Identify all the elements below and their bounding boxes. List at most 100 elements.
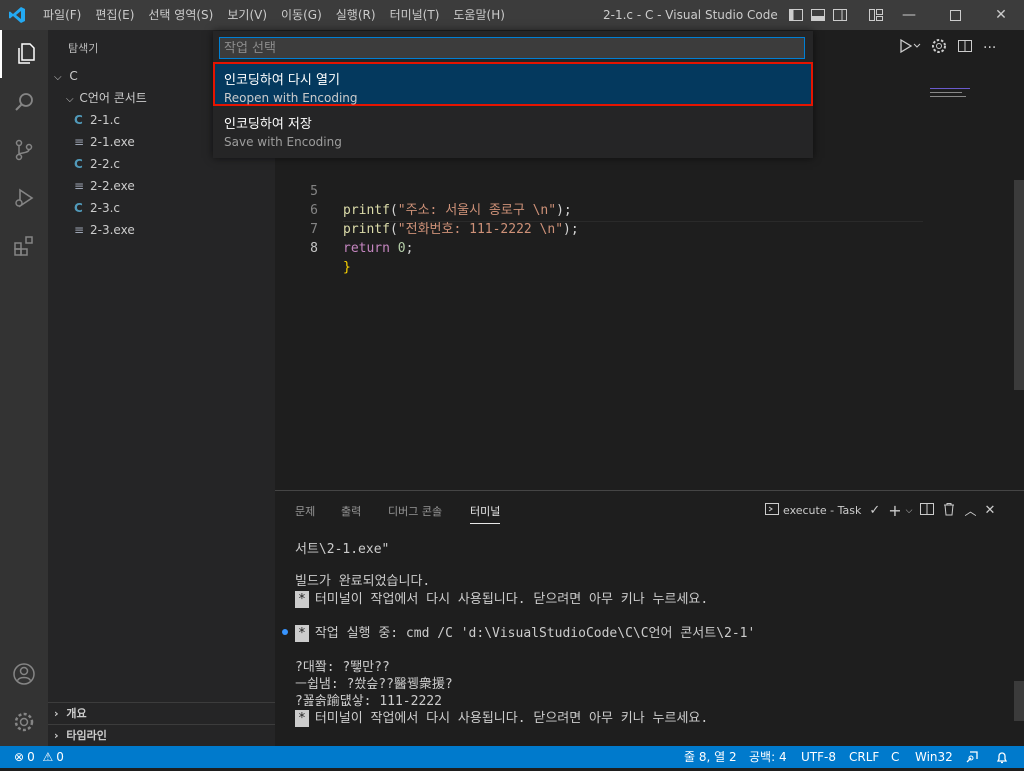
warning-count: 0 (56, 750, 64, 764)
code-token: ( (389, 222, 398, 237)
close-panel-icon[interactable]: ✕ (984, 503, 995, 518)
file-item[interactable]: C 2-3.c (48, 197, 275, 219)
split-editor-icon[interactable] (957, 38, 973, 58)
code-token: ); (563, 222, 579, 237)
run-code-icon[interactable] (899, 38, 921, 58)
command-decoration-icon[interactable] (282, 629, 288, 635)
encoding[interactable]: UTF-8 (801, 746, 836, 768)
sidebar-title: 탐색기 (68, 42, 99, 55)
search-icon[interactable] (0, 78, 48, 126)
file-item[interactable]: ≡ 2-2.exe (48, 175, 275, 197)
gear-icon[interactable] (931, 38, 947, 58)
menu-terminal[interactable]: 터미널(T) (383, 0, 447, 30)
run-debug-icon[interactable] (0, 174, 48, 222)
code-line: 5 printf("주소: 서울시 종로구 \n"); (275, 163, 572, 218)
editor-scrollbar[interactable] (1014, 180, 1024, 390)
error-count: 0 (27, 750, 35, 764)
code-token: ); (556, 203, 572, 218)
outline-label: 개요 (66, 707, 87, 720)
code-token: ( (389, 203, 398, 218)
file-label: 2-3.c (90, 201, 121, 215)
vscode-logo-icon (0, 0, 34, 30)
terminal-task-selector[interactable]: execute - Task (783, 504, 861, 517)
quick-pick-input[interactable] (219, 37, 805, 59)
tab-terminal[interactable]: 터미널 (470, 503, 501, 524)
chevron-right-icon: › (54, 707, 59, 720)
chevron-down-icon: ⌵ (54, 72, 62, 83)
terminal-line: * 터미널이 작업에서 다시 사용됩니다. 닫으려면 아무 키나 누르세요. (295, 710, 708, 727)
exe-file-icon: ≡ (74, 135, 85, 149)
chevron-right-icon: › (54, 729, 59, 742)
terminal-text: 터미널이 작업에서 다시 사용됩니다. 닫으려면 아무 키나 누르세요. (314, 711, 709, 726)
tab-debug-console[interactable]: 디버그 콘솔 (388, 503, 442, 519)
c-file-icon: C (74, 157, 83, 171)
option-label: 인코딩하여 저장 (224, 117, 312, 132)
code-token: return (343, 241, 390, 256)
explorer-icon[interactable] (0, 30, 48, 78)
menu-bar: 파일(F) 편집(E) 선택 영역(S) 보기(V) 이동(G) 실행(R) 터… (36, 0, 512, 30)
error-icon: ⊗ (14, 750, 25, 764)
option-label: 인코딩하여 다시 열기 (224, 73, 340, 88)
check-icon[interactable]: ✓ (869, 503, 880, 518)
cursor-position[interactable]: 줄 8, 열 2 (684, 746, 737, 768)
terminal-star-marker: * (295, 591, 309, 608)
notifications-bell-icon[interactable] (995, 746, 1009, 771)
minimize-button[interactable]: — (886, 0, 932, 30)
menu-go[interactable]: 이동(G) (274, 0, 329, 30)
menu-run[interactable]: 실행(R) (329, 0, 383, 30)
menu-view[interactable]: 보기(V) (220, 0, 274, 30)
close-button[interactable]: ✕ (978, 0, 1024, 30)
quick-pick-palette: 인코딩하여 다시 열기 Reopen with Encoding 인코딩하여 저… (213, 31, 813, 158)
option-description: Save with Encoding (224, 135, 342, 149)
code-line: 7 return 0; (275, 201, 413, 256)
extensions-icon[interactable] (0, 222, 48, 270)
toggle-panel-icon[interactable] (810, 7, 826, 23)
trash-icon[interactable] (942, 502, 956, 519)
toggle-sidebar-icon[interactable] (788, 7, 804, 23)
file-item[interactable]: ≡ 2-3.exe (48, 219, 275, 241)
tab-problems[interactable]: 문제 (295, 503, 315, 519)
new-terminal-icon[interactable]: + (888, 501, 901, 520)
feedback-icon[interactable] (965, 746, 979, 771)
warning-icon: ⚠ (42, 750, 54, 764)
split-terminal-icon[interactable] (920, 502, 935, 519)
timeline-section[interactable]: › 타임라인 (48, 724, 275, 746)
outline-section[interactable]: › 개요 (48, 702, 275, 724)
more-actions-icon[interactable]: ··· (983, 40, 996, 56)
menu-edit[interactable]: 편집(E) (88, 0, 141, 30)
platform[interactable]: Win32 (915, 746, 953, 768)
line-ending[interactable]: CRLF (849, 746, 879, 768)
terminal-star-marker: * (295, 710, 309, 727)
language-mode[interactable]: C (891, 746, 899, 768)
problems-status[interactable]: ⊗ 0 ⚠ 0 (14, 746, 64, 768)
indentation[interactable]: 공백: 4 (749, 746, 787, 768)
code-token: "주소: 서울시 종로구 \n" (397, 203, 557, 218)
terminal-text: 터미널이 작업에서 다시 사용됩니다. 닫으려면 아무 키나 누르세요. (314, 592, 709, 607)
tab-output[interactable]: 출력 (341, 503, 361, 519)
menu-selection[interactable]: 선택 영역(S) (141, 0, 220, 30)
customize-layout-icon[interactable] (868, 7, 884, 23)
root-folder-label: C (69, 69, 78, 83)
source-control-icon[interactable] (0, 126, 48, 174)
c-file-icon: C (74, 201, 83, 215)
menu-help[interactable]: 도움말(H) (446, 0, 512, 30)
code-token: printf (343, 203, 390, 218)
accounts-icon[interactable] (0, 650, 48, 698)
status-bar: ⊗ 0 ⚠ 0 줄 8, 열 2 공백: 4 UTF-8 CRLF C Win32 (0, 746, 1024, 768)
chevron-down-icon[interactable]: ⌵ (906, 506, 913, 516)
chevron-down-icon: ⌵ (66, 94, 74, 105)
maximize-button[interactable] (932, 0, 978, 30)
terminal-star-marker: * (295, 625, 309, 642)
terminal-scrollbar[interactable] (1014, 681, 1024, 721)
settings-gear-icon[interactable] (0, 698, 48, 746)
minimap[interactable] (930, 84, 980, 104)
option-description: Reopen with Encoding (224, 91, 358, 105)
chevron-up-icon[interactable]: ︿ (964, 502, 976, 519)
reopen-with-encoding-option[interactable]: 인코딩하여 다시 열기 Reopen with Encoding (213, 62, 813, 106)
save-with-encoding-option[interactable]: 인코딩하여 저장 Save with Encoding (213, 108, 813, 152)
toggle-secondary-sidebar-icon[interactable] (832, 7, 848, 23)
menu-file[interactable]: 파일(F) (36, 0, 88, 30)
terminal-line: ?꾪솕踰덊샇: 111-2222 (295, 694, 442, 709)
file-label: 2-2.exe (90, 179, 135, 193)
code-line: 6 printf("전화번호: 111-2222 \n"); (275, 182, 579, 237)
